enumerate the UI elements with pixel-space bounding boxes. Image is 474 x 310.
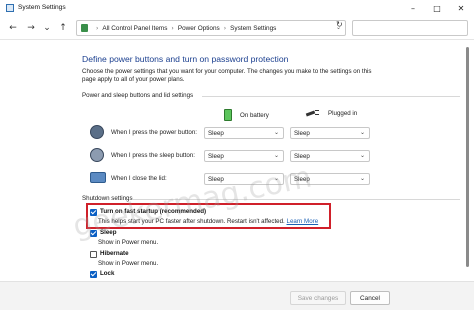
breadcrumb-system-settings[interactable]: System Settings [230,25,276,32]
control-panel-icon [6,4,14,12]
main-content: Define power buttons and turn on passwor… [0,41,474,281]
up-arrow-icon[interactable]: ↑ [56,21,70,35]
recent-chevron-icon[interactable]: ⌄ [40,21,54,35]
search-input[interactable] [352,20,468,36]
group-divider [202,96,460,97]
close-button[interactable]: ✕ [450,0,472,16]
lock-option-label: Lock [100,270,115,277]
breadcrumb-separator-icon: › [223,24,227,32]
cancel-button[interactable]: Cancel [350,291,390,305]
power-button-battery-select[interactable]: Sleep ⌄ [204,127,284,139]
sleep-button-icon [90,148,104,162]
battery-icon [224,109,232,121]
column-on-battery: On battery [224,109,269,121]
chevron-down-icon: ⌄ [359,152,365,159]
navigation-bar: ← → ⌄ ↑ › All Control Panel Items › Powe… [0,16,474,40]
minimize-button[interactable]: – [402,0,424,16]
chevron-down-icon: ⌄ [359,175,365,182]
select-value: Sleep [208,129,224,137]
forward-arrow-icon[interactable]: → [24,21,38,35]
chevron-down-icon: ⌄ [359,129,365,136]
scrollbar-thumb[interactable] [466,47,469,267]
power-group-label: Power and sleep buttons and lid settings [82,92,194,99]
power-button-plugged-select[interactable]: Sleep ⌄ [290,127,370,139]
breadcrumb-power-options[interactable]: Power Options [178,25,220,32]
hibernate-option-description: Show in Power menu. [98,260,159,267]
window-title: System Settings [18,4,66,11]
breadcrumb-separator-icon: › [96,24,99,32]
title-bar: System Settings – □ ✕ [0,0,474,16]
sleep-button-battery-select[interactable]: Sleep ⌄ [204,150,284,162]
column-label-battery: On battery [240,111,269,119]
select-value: Sleep [294,129,310,137]
hibernate-checkbox[interactable] [90,251,97,258]
footer-bar: Save changes Cancel [0,281,474,310]
column-label-plugged: Plugged in [328,109,358,117]
lock-checkbox[interactable] [90,271,97,278]
control-panel-icon [81,24,88,32]
chevron-down-icon: ⌄ [273,129,279,136]
back-arrow-icon[interactable]: ← [6,21,20,35]
lid-label: When I close the lid: [111,175,167,182]
column-plugged-in: Plugged in [305,109,358,117]
sleep-option-description: Show in Power menu. [98,239,159,246]
chevron-down-icon: ⌄ [273,152,279,159]
hibernate-option-label: Hibernate [100,250,129,257]
page-intro: Choose the power settings that you want … [82,68,372,83]
maximize-button[interactable]: □ [426,0,448,16]
vertical-scrollbar[interactable] [465,43,470,275]
breadcrumb-separator-icon: › [171,24,174,32]
refresh-icon[interactable]: ↻ [336,20,343,29]
select-value: Sleep [208,152,224,160]
power-button-label: When I press the power button: [111,129,197,136]
breadcrumb-all-items[interactable]: All Control Panel Items [102,25,167,32]
page-title: Define power buttons and turn on passwor… [82,54,289,64]
laptop-lid-icon [90,172,106,183]
save-changes-button[interactable]: Save changes [290,291,346,305]
power-button-icon [90,125,104,139]
plug-icon [305,109,320,117]
sleep-button-label: When I press the sleep button: [111,152,195,159]
address-bar[interactable]: › All Control Panel Items › Power Option… [76,20,346,36]
